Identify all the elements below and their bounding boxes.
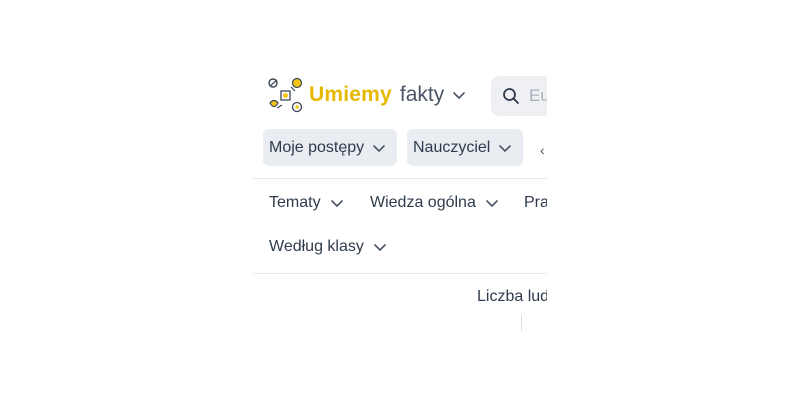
nav-topics-label: Tematy <box>269 194 321 211</box>
partial-menu-icon[interactable]: ‹ <box>540 142 545 158</box>
nav-divider <box>253 273 547 274</box>
chevron-down-icon <box>486 200 498 207</box>
header-divider <box>253 178 547 179</box>
logo-icon <box>268 77 303 112</box>
teacher-label: Nauczyciel <box>413 138 491 156</box>
axis-tick <box>521 315 522 331</box>
search-box[interactable] <box>491 76 547 116</box>
chevron-down-icon <box>330 200 343 207</box>
brand-name-primary: Umiemy <box>309 83 392 106</box>
nav-by-class[interactable]: Według klasy <box>269 238 387 256</box>
nav-by-class-label: Według klasy <box>269 238 364 255</box>
search-icon <box>503 88 519 104</box>
nav-general-knowledge[interactable]: Wiedza ogólna <box>370 194 499 212</box>
chevron-down-icon <box>453 92 466 99</box>
population-label: Liczba lud <box>477 288 547 305</box>
nav-topics[interactable]: Tematy <box>269 194 344 212</box>
my-progress-button[interactable]: Moje postępy <box>263 129 397 166</box>
chevron-down-icon <box>374 244 386 251</box>
chevron-down-icon <box>499 144 512 152</box>
nav-third-label: Pra <box>524 194 547 211</box>
chevron-down-icon <box>373 144 385 152</box>
page-viewport: Umiemy fakty Moje postępy Nauczyciel ‹ T… <box>253 70 547 340</box>
nav-general-knowledge-label: Wiedza ogólna <box>370 194 476 211</box>
nav-third-item[interactable]: Pra <box>524 194 547 212</box>
teacher-button[interactable]: Nauczyciel <box>407 129 523 166</box>
brand-name-secondary: fakty <box>399 83 445 106</box>
search-input[interactable] <box>529 86 547 106</box>
my-progress-label: Moje postępy <box>269 138 365 156</box>
brand-menu[interactable]: Umiemy fakty <box>267 77 466 113</box>
